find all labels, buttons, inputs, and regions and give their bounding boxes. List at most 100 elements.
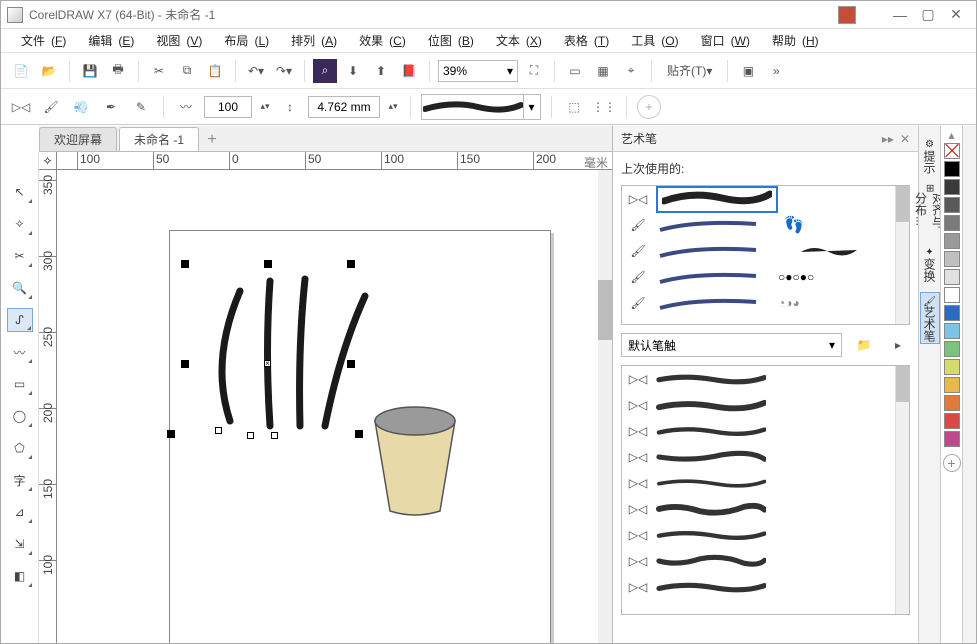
brush-mode-button[interactable]: 🖌: [39, 95, 63, 119]
swatch[interactable]: [944, 251, 960, 267]
bucket-artwork[interactable]: [360, 401, 470, 521]
swatch[interactable]: [944, 233, 960, 249]
swatch-none[interactable]: [944, 143, 960, 159]
add-color-button[interactable]: +: [943, 454, 961, 472]
freehand-tool[interactable]: ᔑ: [7, 308, 33, 332]
swatch[interactable]: [944, 413, 960, 429]
maximize-button[interactable]: ▢: [914, 4, 942, 26]
menu-arrange[interactable]: 排列(A): [279, 30, 343, 51]
show-guides-button[interactable]: ⌖: [619, 59, 643, 83]
canvas-area[interactable]: ✧ 100 50 0 50 100 150 200 毫米 350 300 250…: [39, 152, 612, 643]
zoom-level-select[interactable]: 39%▾: [438, 60, 518, 82]
list-scrollbar[interactable]: [895, 366, 909, 614]
user-avatar-icon[interactable]: [838, 6, 856, 24]
rectangle-tool[interactable]: ▭: [7, 372, 33, 396]
sprayer-mode-button[interactable]: 💨: [69, 95, 93, 119]
ruler-origin[interactable]: ✧: [39, 152, 57, 170]
docker-tab-align[interactable]: ⊞对齐与分布...: [920, 184, 940, 236]
menu-help[interactable]: 帮助(H): [760, 30, 825, 51]
swatch[interactable]: [944, 287, 960, 303]
import-button[interactable]: ⬇: [341, 59, 365, 83]
docker-tab-artistic-media[interactable]: 🖌艺术笔: [920, 292, 940, 344]
pressure-mode-button[interactable]: ✎: [129, 95, 153, 119]
polygon-tool[interactable]: ⬠: [7, 436, 33, 460]
preset-mode-button[interactable]: ▷◁: [9, 95, 33, 119]
menu-edit[interactable]: 编辑(E): [76, 30, 140, 51]
menu-tools[interactable]: 工具(O): [619, 30, 684, 51]
swatch[interactable]: [944, 377, 960, 393]
show-grid-button[interactable]: ▦: [591, 59, 615, 83]
copy-button[interactable]: ⧉: [175, 59, 199, 83]
redo-button[interactable]: ↷▾: [272, 59, 296, 83]
cut-button[interactable]: ✂: [147, 59, 171, 83]
vertical-ruler[interactable]: 350 300 250 200 150 100: [39, 170, 57, 643]
list-scrollbar[interactable]: [895, 186, 909, 324]
menu-layout[interactable]: 布局(L): [212, 30, 275, 51]
swatch[interactable]: [944, 359, 960, 375]
calligraphic-mode-button[interactable]: ✒: [99, 95, 123, 119]
palette-up-button[interactable]: ▴: [948, 128, 954, 142]
menu-file[interactable]: 文件(F): [9, 30, 72, 51]
swatch[interactable]: [944, 431, 960, 447]
search-button[interactable]: ⌕: [313, 59, 337, 83]
swatch[interactable]: [944, 305, 960, 321]
bounding-box-button[interactable]: ⬚: [562, 95, 586, 119]
save-button[interactable]: 💾: [78, 59, 102, 83]
open-button[interactable]: 📂: [37, 59, 61, 83]
menu-bitmap[interactable]: 位图(B): [416, 30, 480, 51]
stroke-width-input[interactable]: 4.762 mm: [308, 96, 380, 118]
options-button[interactable]: ▣: [736, 59, 760, 83]
menu-effects[interactable]: 效果(C): [347, 30, 412, 51]
undo-button[interactable]: ↶▾: [244, 59, 268, 83]
fullscreen-preview-button[interactable]: ⛶: [522, 59, 546, 83]
print-button[interactable]: 🖶: [106, 59, 130, 83]
stroke-category-select[interactable]: 默认笔触▾: [621, 333, 842, 357]
menu-text[interactable]: 文本(X): [484, 30, 548, 51]
swatch[interactable]: [944, 215, 960, 231]
horizontal-ruler[interactable]: 100 50 0 50 100 150 200 毫米: [57, 152, 612, 170]
last-used-strokes-list[interactable]: ▷◁ 🖌👣 🖌 🖌○●○●○ 🖌◔◑◕: [621, 185, 910, 325]
tab-document[interactable]: 未命名 -1: [119, 127, 199, 151]
artistic-media-tool[interactable]: 〰: [7, 340, 33, 364]
swatch[interactable]: [944, 341, 960, 357]
swatch[interactable]: [944, 179, 960, 195]
text-tool[interactable]: 字: [7, 468, 33, 492]
smoothing-stepper[interactable]: ▴▾: [258, 95, 272, 119]
scale-stroke-button[interactable]: ⋮⋮: [592, 95, 616, 119]
snap-to-button[interactable]: 贴齐(T) ▾: [660, 59, 719, 83]
tab-welcome[interactable]: 欢迎屏幕: [39, 127, 117, 151]
overflow-button[interactable]: »: [764, 59, 788, 83]
menu-window[interactable]: 窗口(W): [689, 30, 756, 51]
ellipse-tool[interactable]: ◯: [7, 404, 33, 428]
publish-pdf-button[interactable]: 📕: [397, 59, 421, 83]
shape-tool[interactable]: ✧: [7, 212, 33, 236]
docker-tab-transform[interactable]: ✦变换: [920, 238, 940, 290]
zoom-tool[interactable]: 🔍: [7, 276, 33, 300]
swatch[interactable]: [944, 395, 960, 411]
close-button[interactable]: ✕: [942, 4, 970, 26]
minimize-button[interactable]: —: [886, 4, 914, 26]
pick-tool[interactable]: ↖: [7, 180, 33, 204]
smoothing-input[interactable]: 100: [204, 96, 252, 118]
menu-view[interactable]: 视图(V): [144, 30, 208, 51]
docker-collapse-button[interactable]: ▸▸: [882, 132, 894, 146]
add-tab-button[interactable]: +: [201, 129, 223, 151]
docker-menu-button[interactable]: ▸: [886, 333, 910, 357]
preset-strokes-list[interactable]: ▷◁ ▷◁ ▷◁ ▷◁ ▷◁ ▷◁ ▷◁ ▷◁ ▷◁: [621, 365, 910, 615]
swatch[interactable]: [944, 269, 960, 285]
preset-stroke-select[interactable]: ▾: [421, 94, 541, 120]
docker-close-button[interactable]: ✕: [900, 132, 910, 146]
add-preset-button[interactable]: +: [637, 95, 661, 119]
swatch[interactable]: [944, 161, 960, 177]
browse-button[interactable]: 📁: [852, 333, 876, 357]
dimension-tool[interactable]: ⊿: [7, 500, 33, 524]
interactive-fill-tool[interactable]: ◧: [7, 564, 33, 588]
docker-tab-hints[interactable]: ⚙提示: [920, 130, 940, 182]
export-button[interactable]: ⬆: [369, 59, 393, 83]
paste-button[interactable]: 📋: [203, 59, 227, 83]
show-rulers-button[interactable]: ▭: [563, 59, 587, 83]
swatch[interactable]: [944, 323, 960, 339]
canvas-vscrollbar[interactable]: [598, 170, 612, 643]
crop-tool[interactable]: ✂: [7, 244, 33, 268]
connector-tool[interactable]: ⇲: [7, 532, 33, 556]
